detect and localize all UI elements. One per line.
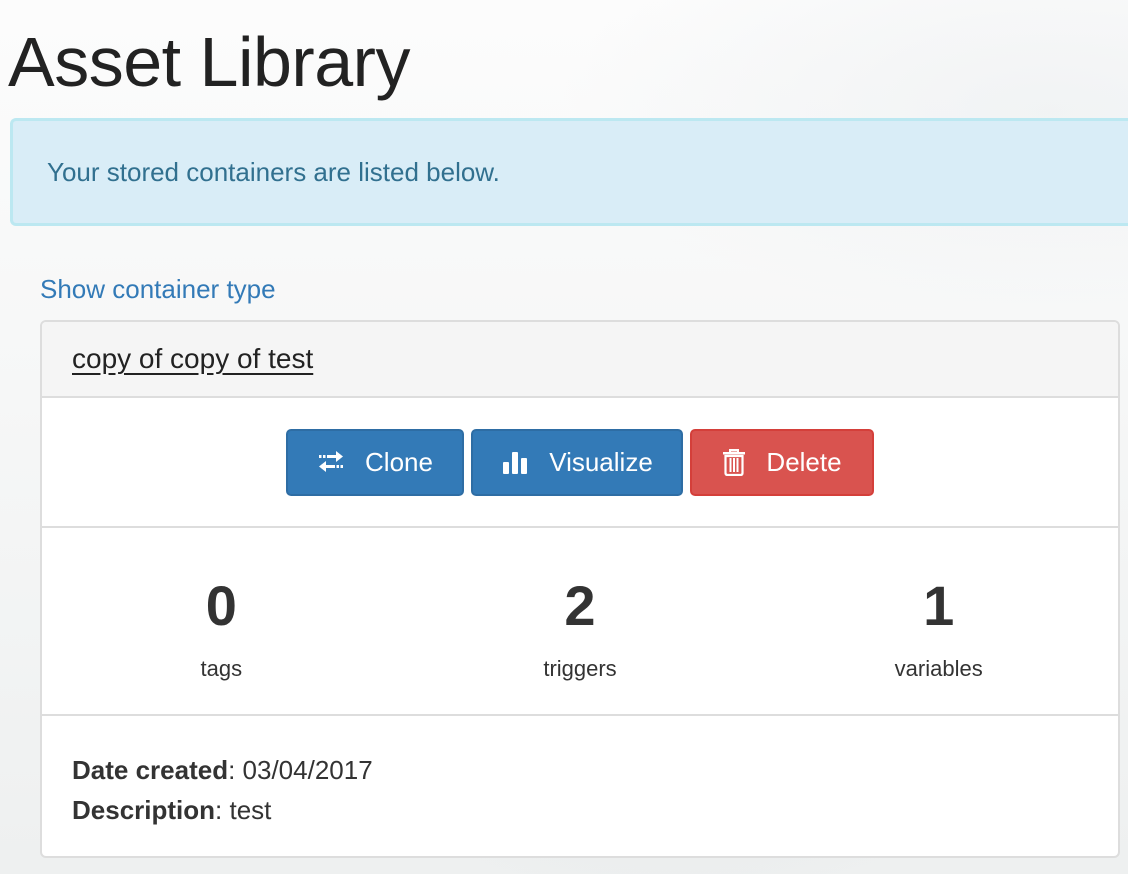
- stat-value: 0: [205, 574, 237, 637]
- container-actions: Clone Visualize Delete: [42, 398, 1118, 528]
- clone-button[interactable]: Clone: [286, 428, 464, 496]
- stat-tags: 0 tags: [42, 528, 401, 714]
- container-panel: copy of copy of test Clone Visualize Del…: [40, 320, 1120, 858]
- visualize-button-label: Visualize: [549, 446, 653, 477]
- stat-variables: 1 variables: [759, 528, 1118, 714]
- exchange-arrows-icon: [317, 450, 345, 474]
- info-alert-text: Your stored containers are listed below.: [47, 156, 500, 187]
- container-details: Date created: 03/04/2017 Description: te…: [42, 716, 1118, 830]
- date-created-label: Date created: [72, 755, 229, 785]
- stat-label: variables: [894, 656, 983, 681]
- description-label: Description: [72, 795, 216, 825]
- description-value: test: [229, 795, 272, 825]
- container-panel-heading: copy of copy of test: [42, 322, 1118, 398]
- date-created-value: 03/04/2017: [242, 755, 373, 785]
- date-created-row: Date created: 03/04/2017: [72, 755, 373, 785]
- clone-button-label: Clone: [365, 446, 433, 477]
- stat-value: 2: [564, 574, 596, 637]
- page-title: Asset Library: [8, 23, 410, 101]
- stat-label: tags: [200, 656, 243, 681]
- show-container-type-link[interactable]: Show container type: [40, 274, 276, 305]
- container-stats: 0 tags 2 triggers 1 variables: [42, 528, 1118, 716]
- delete-button[interactable]: Delete: [690, 428, 874, 496]
- stat-triggers: 2 triggers: [401, 528, 760, 714]
- stat-label: triggers: [543, 656, 617, 681]
- description-row: Description: test: [72, 795, 272, 825]
- info-alert: Your stored containers are listed below.: [10, 118, 1128, 226]
- bar-chart-icon: [501, 449, 529, 475]
- stat-value: 1: [923, 574, 955, 637]
- container-name-link[interactable]: copy of copy of test: [72, 343, 313, 375]
- trash-icon: [722, 448, 746, 476]
- delete-button-label: Delete: [766, 446, 842, 477]
- visualize-button[interactable]: Visualize: [471, 428, 683, 496]
